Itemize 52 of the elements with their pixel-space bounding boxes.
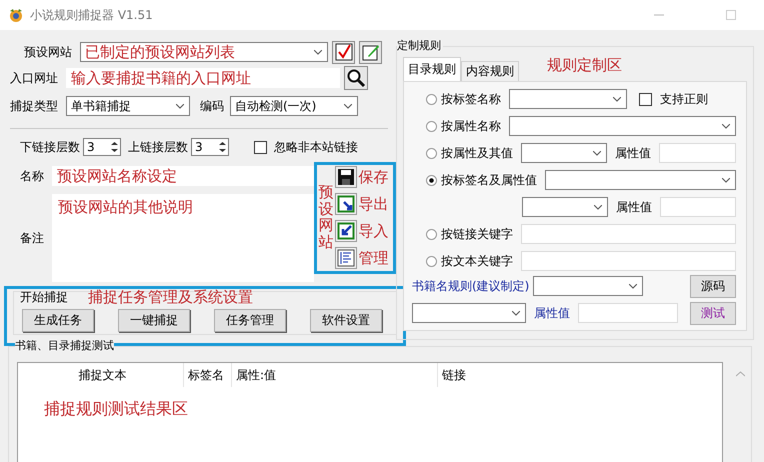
field-label: 下链接层数 xyxy=(20,138,80,156)
name-field[interactable]: 预设网站名称设定 xyxy=(52,166,314,186)
action-button[interactable]: 生成任务 xyxy=(22,309,94,332)
column-header[interactable]: 捕捉文本 xyxy=(18,363,184,387)
action-button[interactable]: 一键捕捉 xyxy=(118,309,190,332)
option-label: 按链接关键字 xyxy=(441,226,513,242)
url-field[interactable]: 输入要捕捉书籍的入口网址 xyxy=(66,68,340,88)
field-label: 捕捉类型 xyxy=(10,98,58,114)
action-button[interactable]: 软件设置 xyxy=(310,309,382,332)
area-note: 规则定制区 xyxy=(547,56,622,75)
group-title: 定制规则 xyxy=(397,38,443,53)
group-title: 开始捕捉 xyxy=(20,288,68,306)
window-title: 小说规则捕捉器 V1.51 xyxy=(30,6,153,24)
capture-type-dropdown[interactable]: 单书籍捕捉 xyxy=(66,96,190,116)
test-button[interactable]: 测试 xyxy=(690,302,736,324)
manage-button[interactable]: 管理 xyxy=(334,247,389,269)
preset-dropdown[interactable]: 已制定的预设网站列表 xyxy=(80,42,328,62)
option-label: 按标签名及属性值 xyxy=(441,172,537,188)
option-label: 按文本关键字 xyxy=(441,252,513,270)
tab[interactable]: 目录规则 xyxy=(403,57,461,81)
save-button[interactable]: 保存 xyxy=(334,166,389,188)
field-label: 书籍名规则(建议制定) xyxy=(412,278,530,294)
group-title: 书籍、目录捕捉测试 xyxy=(15,338,114,353)
spin-field[interactable]: 3 xyxy=(83,138,121,156)
column-header[interactable]: 标签名 xyxy=(184,363,232,387)
area-note: 捕捉规则测试结果区 xyxy=(44,399,188,420)
note-field[interactable]: 预设网站的其他说明 xyxy=(52,194,314,282)
import-button[interactable]: 导入 xyxy=(334,220,389,242)
spin-field[interactable]: 3 xyxy=(191,138,229,156)
field-label: 入口网址 xyxy=(10,70,58,86)
export-button[interactable]: 导出 xyxy=(334,193,389,215)
panel-title: 预设网站 xyxy=(318,184,334,252)
field-label: 预设网站 xyxy=(24,44,72,60)
checkbox-label: 忽略非本站链接 xyxy=(274,138,358,156)
option-label: 按属性名称 xyxy=(441,118,501,134)
option-label: 按属性及其值 xyxy=(441,144,513,162)
tab[interactable]: 内容规则 xyxy=(461,61,519,81)
option-label: 按标签名称 xyxy=(441,90,501,108)
field-label: 编码 xyxy=(200,98,224,114)
field-label: 名称 xyxy=(20,168,45,184)
checkbox-label: 支持正则 xyxy=(660,90,708,108)
field-label: 属性值 xyxy=(615,144,651,162)
field-label: 上链接层数 xyxy=(128,138,188,156)
field-label: 属性值 xyxy=(534,304,570,322)
column-header[interactable]: 属性:值 xyxy=(232,363,438,387)
field-label: 属性值 xyxy=(616,198,652,216)
column-header[interactable]: 链接 xyxy=(438,363,558,387)
source-button[interactable]: 源码 xyxy=(690,274,736,298)
encoding-dropdown[interactable]: 自动检测(一次) xyxy=(230,96,358,116)
field-label: 备注 xyxy=(20,230,45,246)
area-note: 捕捉任务管理及系统设置 xyxy=(88,288,253,306)
action-button[interactable]: 任务管理 xyxy=(214,309,286,332)
